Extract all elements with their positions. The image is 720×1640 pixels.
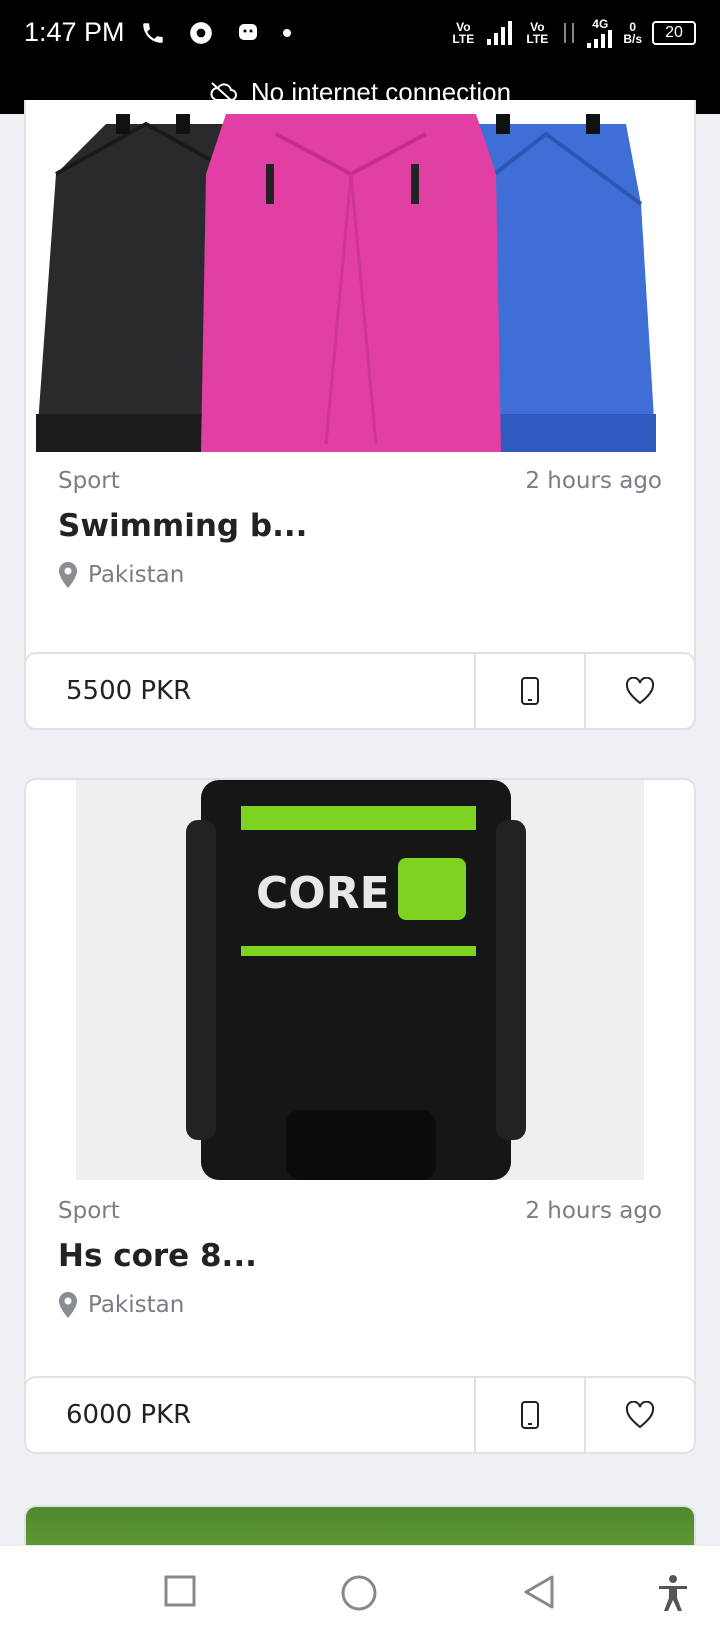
status-bar: 1:47 PM Vo LTE Vo LTE 4G 0 B/s 20 [0,0,720,70]
listing-price: 6000 PKR [66,1400,192,1430]
square-icon [164,1575,196,1607]
phone-icon [521,1401,539,1429]
listing-location: Pakistan [58,562,662,588]
listing-category: Sport [58,1198,120,1224]
data-speed: 0 B/s [623,21,642,45]
listing-location: Pakistan [58,1292,662,1318]
sync-icon [190,22,212,44]
system-nav-bar [0,1545,720,1640]
data-arrows-icon [564,23,575,43]
data-speed-unit: B/s [623,32,642,46]
home-button[interactable] [340,1574,378,1616]
listing-actions: 5500 PKR [26,652,694,728]
listing-location-text: Pakistan [88,562,185,588]
listing-card[interactable]: Sport 2 hours ago Swimming b... Pakistan… [24,100,696,730]
heart-icon [625,1401,655,1429]
listing-info: Sport 2 hours ago Swimming b... Pakistan [58,468,662,588]
listing-actions: 6000 PKR [26,1376,694,1452]
listing-image[interactable]: CORE [76,780,644,1180]
battery-indicator: 20 [652,21,696,45]
core8-logo-text: CORE [256,868,390,919]
phone-call-icon [143,23,163,43]
listing-card[interactable]: CORE Sport 2 hours ago Hs core 8... Paki… [24,778,696,1454]
core8-bag-image: CORE [76,780,644,1180]
volte-label-2: Vo LTE [526,20,549,46]
network-4g-label: 4G [592,17,609,31]
recents-button[interactable] [163,1574,197,1612]
listing-price: 5500 PKR [66,676,192,706]
listing-image[interactable] [26,114,694,452]
listing-title[interactable]: Hs core 8... [58,1238,662,1274]
listing-time: 2 hours ago [525,468,662,494]
listing-location-text: Pakistan [88,1292,185,1318]
location-pin-icon [59,1292,77,1318]
heart-icon [625,677,655,705]
phone-icon [521,677,539,705]
favorite-button[interactable] [584,654,694,728]
swim-bags-image [36,114,656,452]
listing-category: Sport [58,468,120,494]
network-4g: 4G [587,18,613,48]
accessibility-icon [659,1575,687,1611]
circle-icon [341,1575,377,1611]
status-right-icons: Vo LTE Vo LTE 4G 0 B/s 20 [449,18,696,48]
favorite-button[interactable] [584,1378,694,1452]
listing-time: 2 hours ago [525,1198,662,1224]
dot-icon [283,29,291,37]
messenger-icon [239,24,257,40]
signal-icon-2 [587,30,613,48]
back-button[interactable] [522,1574,556,1614]
status-time: 1:47 PM [24,17,125,47]
accessibility-button[interactable] [656,1574,690,1616]
status-left-icons [140,20,292,46]
triangle-back-icon [524,1575,554,1609]
location-pin-icon [59,562,77,588]
signal-icon [487,21,513,45]
listing-title[interactable]: Swimming b... [58,508,662,544]
volte-label-1: Vo LTE [452,20,475,46]
call-button[interactable] [474,654,584,728]
call-button[interactable] [474,1378,584,1452]
listing-info: Sport 2 hours ago Hs core 8... Pakistan [58,1198,662,1318]
